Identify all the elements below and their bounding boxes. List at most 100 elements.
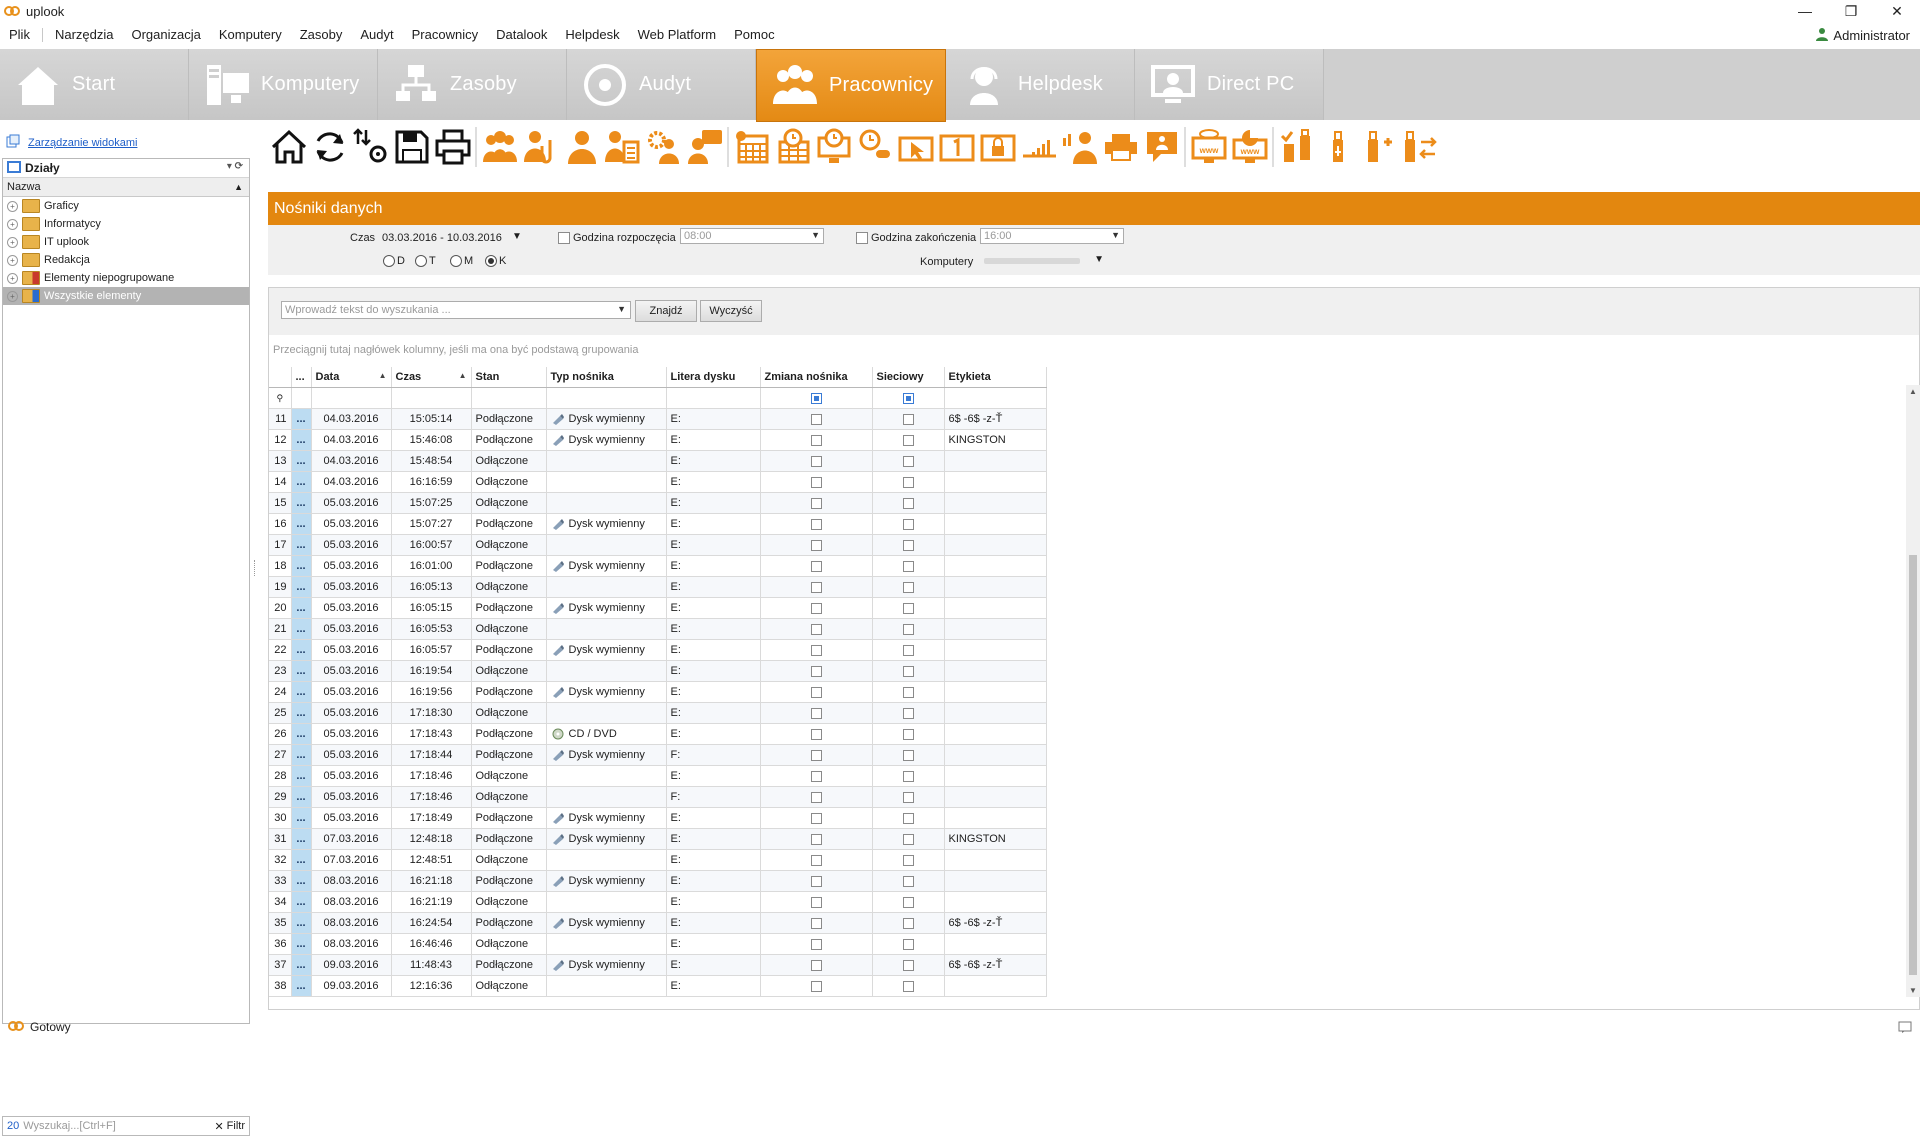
network-checkbox[interactable] [902, 938, 914, 950]
filter-checkbox[interactable] [902, 392, 914, 404]
row-details-button[interactable]: ... [291, 681, 312, 703]
filter-network[interactable] [872, 387, 945, 409]
radio-day-indicator[interactable] [383, 255, 395, 267]
user-documents-icon[interactable] [602, 124, 643, 170]
menu-web-platform[interactable]: Web Platform [629, 24, 726, 46]
media-change-checkbox[interactable] [810, 623, 822, 635]
media-change-checkbox[interactable] [810, 749, 822, 761]
media-change-checkbox[interactable] [810, 644, 822, 656]
tree-item-ungrouped[interactable]: + Elementy niepogrupowane [3, 269, 249, 287]
time-range-dropdown-icon[interactable]: ▼ [512, 231, 522, 242]
media-change-checkbox[interactable] [810, 560, 822, 572]
row-details-button[interactable]: ... [291, 723, 312, 745]
menu-organizacja[interactable]: Organizacja [122, 24, 209, 46]
column-header-label[interactable]: Etykieta [944, 367, 1047, 388]
user-attach-icon[interactable] [520, 124, 561, 170]
network-checkbox[interactable] [902, 539, 914, 551]
network-checkbox[interactable] [902, 728, 914, 740]
row-details-button[interactable]: ... [291, 849, 312, 871]
expand-icon[interactable]: + [7, 236, 18, 248]
menu-plik[interactable]: Plik [0, 24, 39, 46]
notification-icon[interactable] [1898, 1020, 1912, 1037]
tree-item-informatycy[interactable]: + Informatycy [3, 215, 249, 233]
table-row[interactable]: 28... 05.03.2016 17:18:46 Odłączone E: [269, 765, 1047, 787]
www-eye-icon[interactable]: www [1188, 124, 1229, 170]
menu-zasoby[interactable]: Zasoby [291, 24, 352, 46]
expand-icon[interactable]: + [7, 272, 18, 284]
media-change-checkbox[interactable] [810, 875, 822, 887]
network-checkbox[interactable] [902, 602, 914, 614]
filter-cell[interactable] [291, 387, 312, 409]
media-change-checkbox[interactable] [810, 581, 822, 593]
start-hour-select[interactable]: 08:00 ▼ [680, 228, 824, 244]
media-change-checkbox[interactable] [810, 539, 822, 551]
message-icon[interactable] [1141, 124, 1182, 170]
mouse-clock-icon[interactable] [854, 124, 895, 170]
scroll-thumb[interactable] [1909, 555, 1917, 975]
row-details-button[interactable]: ... [291, 429, 312, 451]
row-details-button[interactable]: ... [291, 807, 312, 829]
nav-tab-audyt[interactable]: Audyt [567, 49, 756, 120]
menu-datalook[interactable]: Datalook [487, 24, 556, 46]
row-details-button[interactable]: ... [291, 576, 312, 598]
radio-week-indicator[interactable] [415, 255, 427, 267]
grid-search-input[interactable]: Wprowadź tekst do wyszukania ... ▼ [281, 301, 631, 319]
media-change-checkbox[interactable] [810, 686, 822, 698]
manage-views-link[interactable]: Zarządzanie widokami [28, 137, 137, 149]
row-details-button[interactable]: ... [291, 471, 312, 493]
table-row[interactable]: 34... 08.03.2016 16:21:19 Odłączone E: [269, 891, 1047, 913]
refresh-icon[interactable] [309, 124, 350, 170]
network-checkbox[interactable] [902, 518, 914, 530]
start-hour-toggle[interactable]: Godzina rozpoczęcia [558, 232, 676, 244]
row-details-button[interactable]: ... [291, 891, 312, 913]
filter-media-change[interactable] [760, 387, 873, 409]
end-hour-select[interactable]: 16:00 ▼ [980, 228, 1124, 244]
usb-plug-icon[interactable] [1358, 124, 1399, 170]
radio-week[interactable]: T [415, 255, 436, 267]
expand-icon[interactable]: + [7, 254, 18, 266]
table-row[interactable]: 22... 05.03.2016 16:05:57 Podłączone Dysk wy… [269, 639, 1047, 661]
table-row[interactable]: 33... 08.03.2016 16:21:18 Podłączone Dysk wy… [269, 870, 1047, 892]
network-checkbox[interactable] [902, 581, 914, 593]
table-row[interactable]: 16... 05.03.2016 15:07:27 Podłączone Dysk wy… [269, 513, 1047, 535]
panel-splitter[interactable] [254, 560, 258, 576]
table-row[interactable]: 13... 04.03.2016 15:48:54 Odłączone E: [269, 450, 1047, 472]
menu-komputery[interactable]: Komputery [210, 24, 291, 46]
menu-helpdesk[interactable]: Helpdesk [556, 24, 628, 46]
nav-tab-komputery[interactable]: Komputery [189, 49, 378, 120]
start-hour-checkbox[interactable] [558, 232, 570, 244]
media-change-checkbox[interactable] [810, 854, 822, 866]
row-details-button[interactable]: ... [291, 555, 312, 577]
table-row[interactable]: 18... 05.03.2016 16:01:00 Podłączone Dysk wy… [269, 555, 1047, 577]
radio-custom-indicator[interactable] [485, 255, 497, 267]
filter-cell[interactable] [944, 387, 1047, 409]
tree-item-graficy[interactable]: + Graficy [3, 197, 249, 215]
network-checkbox[interactable] [902, 896, 914, 908]
filter-cell[interactable] [471, 387, 547, 409]
filter-cell[interactable] [546, 387, 667, 409]
row-details-button[interactable]: ... [291, 702, 312, 724]
nav-tab-pracownicy[interactable]: Pracownicy [756, 49, 946, 122]
grid-scrollbar[interactable]: ▲ ▼ [1906, 385, 1920, 997]
media-change-checkbox[interactable] [810, 602, 822, 614]
table-row[interactable]: 25... 05.03.2016 17:18:30 Odłączone E: [269, 702, 1047, 724]
network-checkbox[interactable] [902, 560, 914, 572]
network-checkbox[interactable] [902, 770, 914, 782]
minimize-button[interactable]: — [1782, 0, 1828, 22]
user-settings-icon[interactable] [643, 124, 684, 170]
users-group-icon[interactable] [479, 124, 520, 170]
column-header-marker[interactable]: ... [291, 367, 312, 388]
tree-item-it-uplook[interactable]: + IT uplook [3, 233, 249, 251]
table-row[interactable]: 20... 05.03.2016 16:05:15 Podłączone Dysk wy… [269, 597, 1047, 619]
row-details-button[interactable]: ... [291, 597, 312, 619]
expand-icon[interactable]: + [7, 218, 18, 230]
row-details-button[interactable]: ... [291, 744, 312, 766]
table-row[interactable]: 38... 09.03.2016 12:16:36 Odłączone E: [269, 975, 1047, 997]
media-change-checkbox[interactable] [810, 812, 822, 824]
filter-button[interactable]: ✕ Filtr [214, 1120, 245, 1133]
table-row[interactable]: 35... 08.03.2016 16:24:54 Podłączone Dysk wy… [269, 912, 1047, 934]
chevron-down-icon[interactable]: ▼ [617, 304, 626, 314]
filter-pin-icon[interactable]: ⚲ [269, 387, 292, 409]
row-details-button[interactable]: ... [291, 408, 312, 430]
column-header-drive-letter[interactable]: Litera dysku [666, 367, 761, 388]
